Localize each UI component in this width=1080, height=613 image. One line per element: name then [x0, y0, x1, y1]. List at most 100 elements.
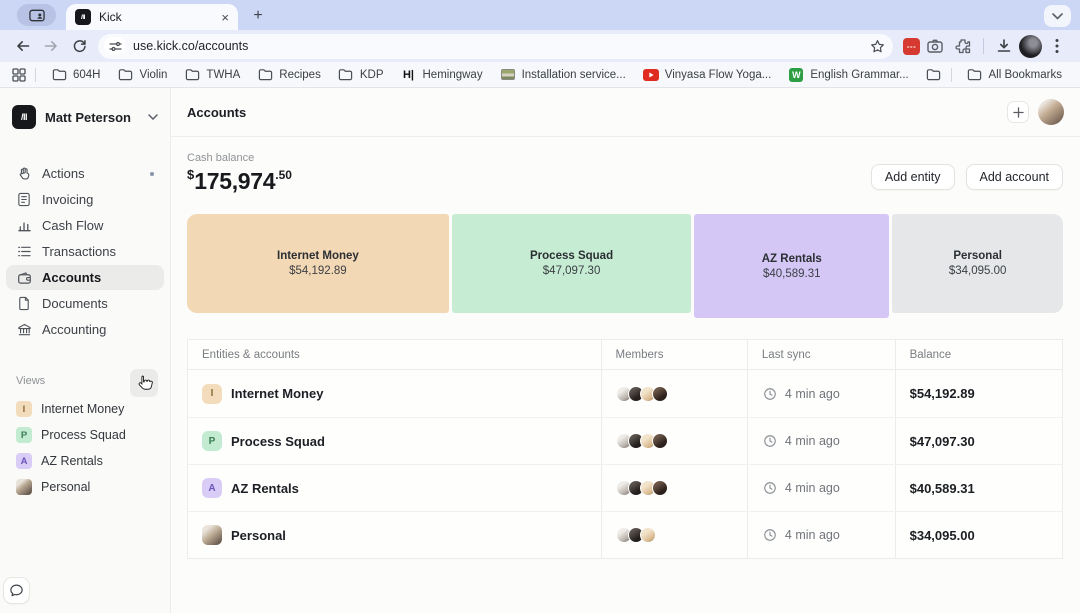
extensions-puzzle-icon[interactable] — [950, 33, 976, 59]
bookmark-item[interactable]: KDP — [331, 64, 391, 86]
actions-hand-icon — [16, 166, 32, 182]
sidebar-item-documents[interactable]: Documents — [6, 291, 164, 316]
balance-cell: $40,589.31 — [895, 465, 1062, 511]
balance-cell: $47,097.30 — [895, 418, 1062, 464]
sidebar-item-accounts[interactable]: Accounts — [6, 265, 164, 290]
bookmark-item[interactable]: Recipes — [250, 64, 328, 86]
member-avatars — [616, 386, 668, 402]
downloads-button[interactable] — [991, 33, 1017, 59]
back-button[interactable] — [10, 33, 36, 59]
entity-badge-icon: I — [202, 384, 222, 404]
all-bookmarks-label: All Bookmarks — [989, 69, 1063, 81]
table-header-row: Entities & accountsMembersLast syncBalan… — [188, 340, 1062, 370]
tab-strip-chevron-button[interactable] — [1044, 5, 1071, 27]
bookmark-label: KDP — [360, 69, 384, 81]
sidebar-view-az-rentals[interactable]: AAZ Rentals — [6, 449, 164, 473]
member-avatar — [652, 433, 668, 449]
wallet-icon — [16, 270, 32, 286]
bar-entity-amount: $34,095.00 — [949, 265, 1007, 277]
bookmark-label: Hemingway — [423, 69, 483, 81]
chat-bubble-icon — [9, 583, 24, 598]
sidebar-item-transactions[interactable]: Transactions — [6, 239, 164, 264]
sidebar-item-label: Invoicing — [42, 192, 93, 207]
column-header-members: Members — [601, 340, 747, 369]
browser-tab-kick[interactable]: /II Kick × — [66, 4, 238, 30]
sidebar-item-accounting[interactable]: Accounting — [6, 317, 164, 342]
workspace-switcher[interactable]: /II Matt Peterson — [6, 101, 164, 133]
bookmark-label: Recipes — [279, 69, 321, 81]
table-row-internet-money[interactable]: IInternet Money4 min ago$54,192.89 — [188, 370, 1062, 417]
bar-entity-amount: $47,097.30 — [543, 265, 601, 277]
bookmark-item[interactable]: 604H — [44, 64, 108, 86]
sidebar-item-cash-flow[interactable]: Cash Flow — [6, 213, 164, 238]
image-icon — [500, 67, 516, 83]
entity-name: Process Squad — [231, 434, 325, 449]
reload-button[interactable] — [66, 33, 92, 59]
balance-bar-az-rentals[interactable]: AZ Rentals$40,589.31 — [694, 214, 889, 318]
member-avatar — [652, 386, 668, 402]
balance-bar-internet-money[interactable]: Internet Money $54,192.89 — [187, 214, 449, 313]
table-row-az-rentals[interactable]: AAZ Rentals4 min ago$40,589.31 — [188, 464, 1062, 511]
url-text[interactable]: use.kick.co/accounts — [133, 39, 866, 53]
extension-red-icon[interactable]: --- — [903, 38, 920, 55]
view-label: Personal — [41, 480, 90, 494]
tab-strip: /II Kick × + — [0, 0, 1080, 30]
balance-bar-personal[interactable]: Personal$34,095.00 — [892, 214, 1063, 313]
apps-grid-icon[interactable] — [11, 67, 27, 83]
camera-extension-icon[interactable] — [922, 33, 948, 59]
table-row-personal[interactable]: Personal4 min ago$34,095.00 — [188, 511, 1062, 558]
entity-badge-icon: P — [16, 427, 32, 443]
header-add-button[interactable] — [1007, 101, 1029, 123]
bookmark-item[interactable]: WEnglish Grammar... — [781, 64, 915, 86]
column-header-balance: Balance — [895, 340, 1062, 369]
folder-icon — [338, 67, 354, 83]
bookmark-item[interactable]: Violin — [111, 64, 175, 86]
cash-balance-amount: $175,974.50 — [187, 167, 292, 195]
new-tab-button[interactable]: + — [246, 5, 270, 27]
tab-close-icon[interactable]: × — [221, 11, 229, 24]
screen-share-pill[interactable] — [17, 4, 56, 26]
folder-icon — [118, 67, 134, 83]
bar-entity-name: Internet Money — [277, 250, 359, 262]
add-account-button[interactable]: Add account — [966, 164, 1064, 190]
sidebar-view-personal[interactable]: Personal — [6, 475, 164, 499]
bar-entity-amount: $54,192.89 — [289, 265, 347, 277]
balance-bar-process-squad[interactable]: Process Squad$47,097.30 — [452, 214, 692, 313]
youtube-icon — [643, 67, 659, 83]
bookmark-item[interactable]: TWHA — [177, 64, 247, 86]
bookmark-item[interactable]: Installation service... — [493, 64, 633, 86]
bar-chart-icon — [16, 218, 32, 234]
bookmark-item[interactable]: Vinyasa Flow Yoga... — [636, 64, 779, 86]
sidebar-view-internet-money[interactable]: IInternet Money — [6, 397, 164, 421]
accounts-table: Entities & accountsMembersLast syncBalan… — [187, 339, 1063, 559]
browser-profile-avatar[interactable] — [1019, 35, 1042, 58]
forward-button[interactable] — [38, 33, 64, 59]
table-row-process-squad[interactable]: PProcess Squad4 min ago$47,097.30 — [188, 417, 1062, 464]
browser-menu-icon[interactable] — [1044, 33, 1070, 59]
last-sync-text: 4 min ago — [785, 387, 840, 401]
add-entity-button[interactable]: Add entity — [871, 164, 955, 190]
url-bar[interactable]: use.kick.co/accounts — [98, 34, 893, 59]
site-settings-icon[interactable] — [104, 37, 126, 55]
last-sync-text: 4 min ago — [785, 528, 840, 542]
sidebar-view-process-squad[interactable]: PProcess Squad — [6, 423, 164, 447]
personal-avatar — [16, 479, 32, 495]
entity-name: Internet Money — [231, 386, 323, 401]
user-avatar[interactable] — [1038, 99, 1064, 125]
sidebar-item-actions[interactable]: Actions — [6, 161, 164, 186]
bar-entity-name: AZ Rentals — [762, 253, 822, 265]
folder-icon — [967, 67, 983, 83]
bookmark-item[interactable]: H|Hemingway — [394, 64, 490, 86]
member-avatars — [616, 480, 668, 496]
member-avatars — [616, 527, 656, 543]
document-icon — [16, 296, 32, 312]
folder-icon — [926, 67, 942, 83]
bookmark-star-icon[interactable] — [866, 35, 888, 57]
all-bookmarks-button[interactable]: All Bookmarks — [960, 64, 1070, 86]
bookmark-items: 604HViolinTWHA Recipes KDP H|HemingwayInsta… — [44, 64, 943, 86]
bookmark-item[interactable]: Foreclosed — [919, 64, 943, 86]
help-chat-button[interactable] — [3, 577, 30, 604]
sidebar-item-invoicing[interactable]: Invoicing — [6, 187, 164, 212]
last-sync-cell: 4 min ago — [747, 370, 895, 417]
main-header: Accounts — [171, 88, 1080, 137]
